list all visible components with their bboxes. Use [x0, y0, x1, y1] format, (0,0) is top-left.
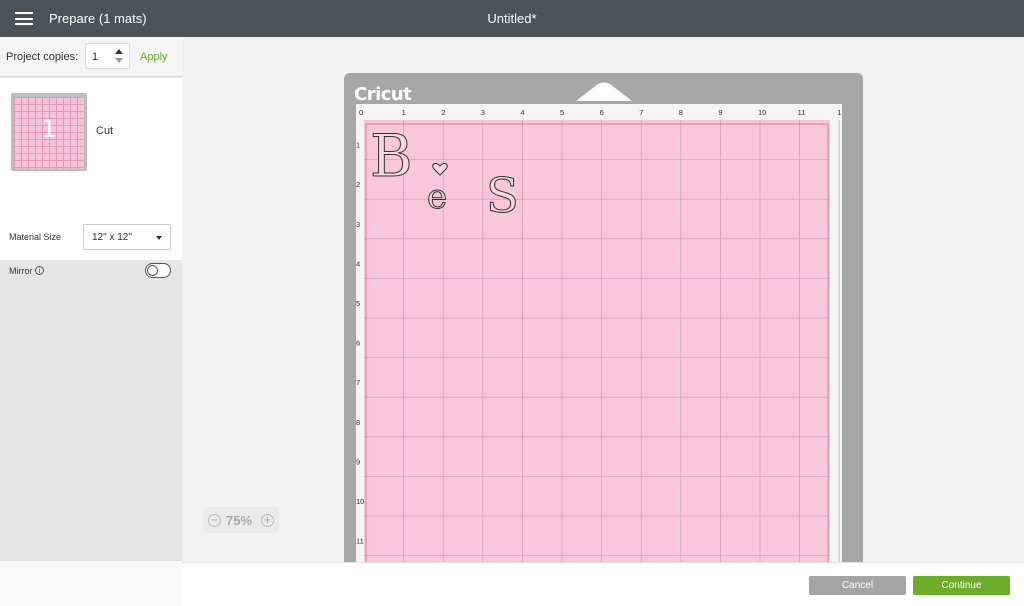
ruler-left-label: 11 [356, 537, 364, 546]
canvas-area: Cricut 01234567891011121234567891011BeS … [182, 37, 1024, 562]
ruler-top-label: 7 [639, 108, 643, 117]
ruler-top-label: 0 [359, 108, 363, 117]
mirror-label: Mirror [9, 266, 33, 276]
mirror-toggle[interactable] [145, 263, 171, 278]
zoom-level: 75% [226, 513, 253, 528]
ruler-top-label: 6 [600, 108, 604, 117]
ruler-top-label: 10 [758, 108, 766, 117]
apply-button[interactable]: Apply [140, 51, 168, 63]
mat-hanger-icon [576, 82, 632, 101]
project-copies-label: Project copies: [6, 51, 79, 63]
ruler-top-label: 9 [718, 108, 722, 117]
left-panel: Project copies: 1 Apply 1 Cut Material S… [0, 37, 182, 560]
mat-grid: 01234567891011121234567891011BeS [356, 108, 846, 562]
mat-thumbnail[interactable]: 1 [11, 93, 87, 171]
material-size-select[interactable]: 12" x 12" [83, 224, 171, 250]
top-bar: Prepare (1 mats) Untitled* [0, 0, 1024, 37]
ruler-top-label: 4 [520, 108, 524, 117]
ruler-left-label: 7 [356, 378, 360, 387]
hamburger-menu-icon[interactable] [15, 12, 33, 25]
ruler-top-label: 3 [481, 108, 485, 117]
footer-left [0, 560, 182, 606]
ruler-top-label: 5 [560, 108, 564, 117]
zoom-out-icon[interactable]: − [208, 514, 221, 527]
ruler-left-label: 10 [356, 497, 364, 506]
cancel-button[interactable]: Cancel [809, 576, 906, 595]
letter-e-shape[interactable]: e [427, 177, 448, 218]
project-copies-row: Project copies: 1 Apply [0, 37, 182, 77]
mat-section: 1 Cut Material Size 12" x 12" Mirror i [0, 78, 182, 278]
material-size-value: 12" x 12" [92, 232, 132, 243]
project-copies-input[interactable]: 1 [85, 43, 130, 69]
project-copies-value: 1 [92, 51, 99, 63]
continue-button[interactable]: Continue [913, 576, 1010, 595]
mat-ruler-area: 01234567891011121234567891011BeS [356, 104, 846, 562]
ruler-left-label: 5 [356, 299, 360, 308]
chevron-down-icon [156, 236, 162, 240]
cricut-logo: Cricut [354, 84, 412, 105]
ruler-top-label: 8 [679, 108, 683, 117]
page-title: Prepare (1 mats) [49, 11, 147, 26]
cutting-mat: Cricut 01234567891011121234567891011BeS [344, 73, 863, 562]
ruler-left-label: 6 [356, 339, 360, 348]
document-title: Untitled* [487, 11, 537, 26]
footer-bar: Cancel Continue [182, 562, 1024, 606]
ruler-top-label: 1 [402, 108, 406, 117]
ruler-left-label: 2 [356, 180, 360, 189]
decrement-arrow-icon[interactable] [115, 58, 123, 63]
letter-s-shape[interactable]: S [486, 168, 520, 225]
ruler-left-label: 4 [356, 259, 360, 268]
ruler-top-label: 11 [798, 108, 806, 117]
letter-b-shape[interactable]: B [370, 122, 414, 191]
increment-arrow-icon[interactable] [115, 49, 123, 54]
toggle-knob [147, 265, 158, 276]
mat-cut-label: Cut [96, 125, 114, 137]
ruler-left-label: 8 [356, 418, 360, 427]
zoom-control: − 75% + [203, 507, 279, 533]
info-icon[interactable]: i [35, 266, 44, 275]
zoom-in-icon[interactable]: + [261, 514, 274, 527]
ruler-left-label: 1 [356, 141, 360, 150]
material-size-label: Material Size [9, 232, 62, 242]
ruler-top-label: 2 [441, 108, 445, 117]
mat-number: 1 [41, 115, 57, 143]
ruler-left-label: 9 [356, 457, 360, 466]
ruler-top-label: 12 [837, 108, 842, 117]
ruler-left-label: 3 [356, 220, 360, 229]
